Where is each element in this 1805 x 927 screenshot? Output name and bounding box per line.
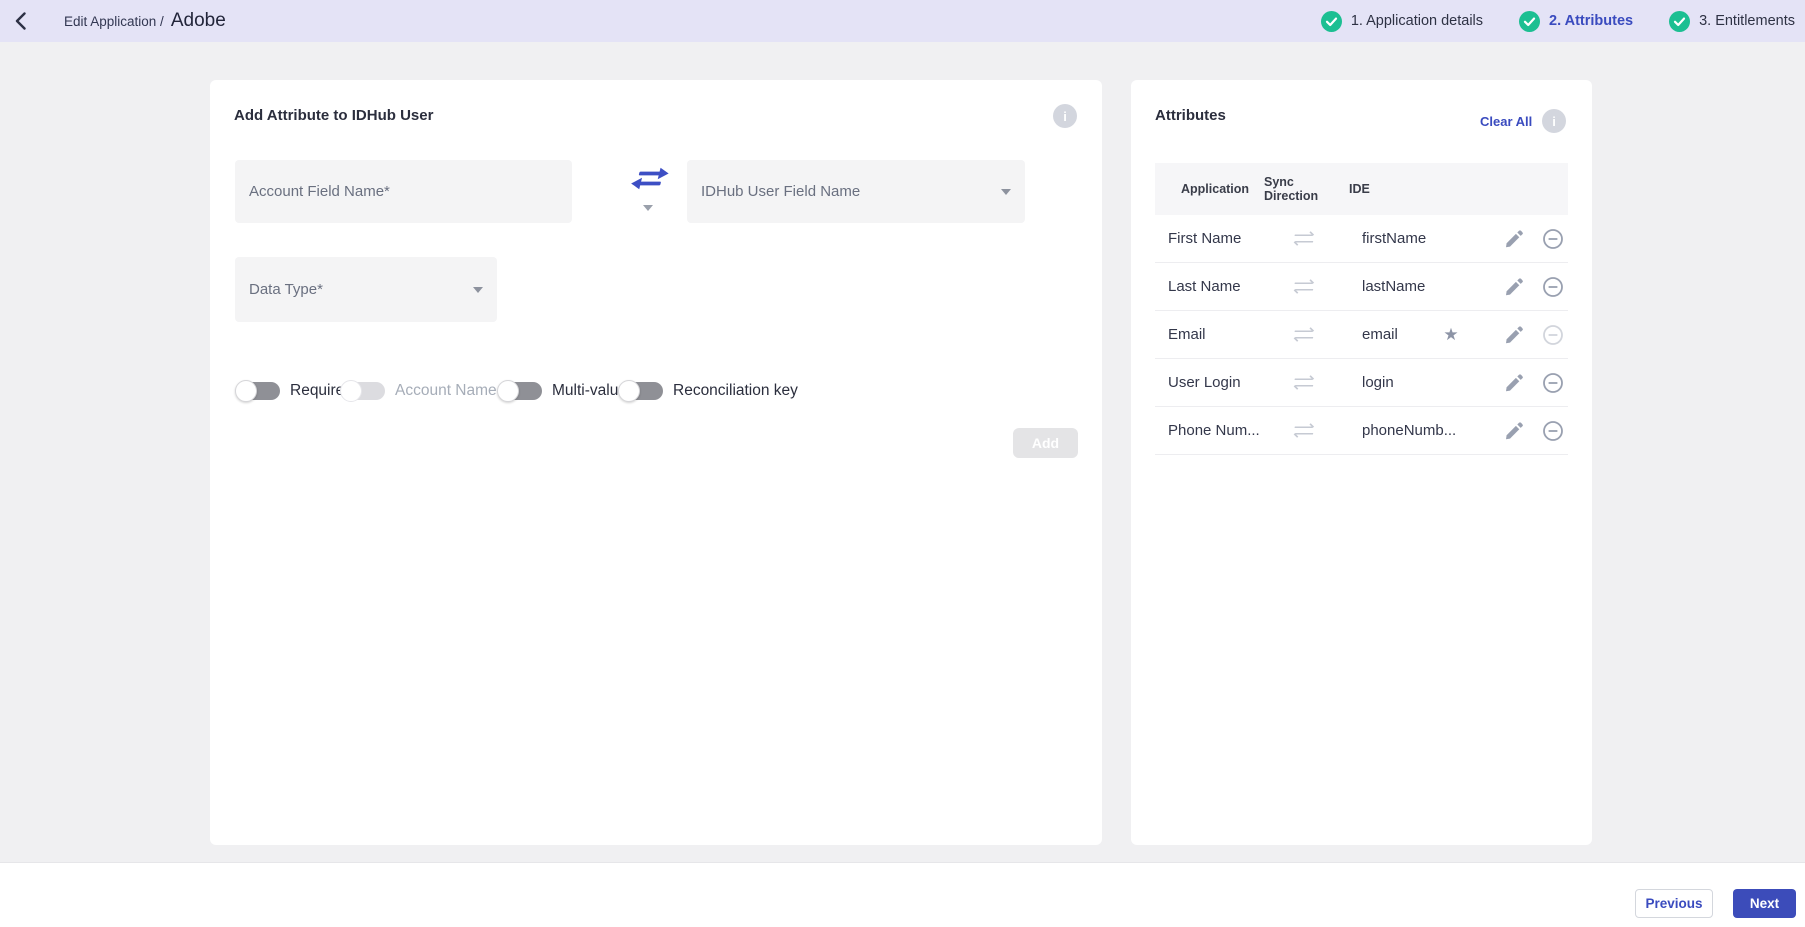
toggle-group-reconciliation-key: Reconciliation key xyxy=(618,380,798,402)
toggle-thumb xyxy=(235,380,257,402)
ide-field-name: firstName xyxy=(1362,230,1427,247)
account-field-name-input-wrap xyxy=(235,160,572,223)
next-button[interactable]: Next xyxy=(1733,889,1796,918)
minus-circle-icon xyxy=(1543,372,1563,393)
previous-button[interactable]: Previous xyxy=(1635,889,1713,918)
step-label: 2. Attributes xyxy=(1549,13,1634,29)
info-icon[interactable]: i xyxy=(1542,109,1566,133)
step-application-details[interactable]: 1. Application details xyxy=(1320,10,1484,32)
edit-attribute-button[interactable] xyxy=(1504,325,1524,345)
chevron-down-icon xyxy=(473,286,483,293)
step-label: 3. Entitlements xyxy=(1699,13,1795,29)
add-attribute-title: Add Attribute to IDHub User xyxy=(234,107,434,124)
top-header-bar: Edit Application / Adobe 1. Application … xyxy=(0,0,1805,42)
table-row: First Name firstName xyxy=(1155,215,1568,263)
pencil-icon xyxy=(1506,373,1523,391)
step-complete-check-icon xyxy=(1519,10,1541,32)
ide-field-name: login xyxy=(1362,374,1394,391)
footer-bar: Previous Next xyxy=(0,863,1805,927)
sync-direction-swap-icon xyxy=(631,167,669,190)
pencil-icon xyxy=(1506,277,1523,295)
account-field-name-input[interactable] xyxy=(249,183,558,200)
sync-direction-icon xyxy=(1293,375,1315,390)
idhub-user-field-dropdown[interactable]: IDHub User Field Name xyxy=(687,160,1025,223)
remove-attribute-button[interactable] xyxy=(1542,228,1564,250)
step-complete-check-icon xyxy=(1320,10,1342,32)
edit-attribute-button[interactable] xyxy=(1504,421,1524,441)
idhub-user-field-placeholder: IDHub User Field Name xyxy=(701,183,861,200)
toggle-group-multi-value: Multi-value xyxy=(497,380,627,402)
data-type-placeholder: Data Type* xyxy=(249,281,323,298)
column-header-ide: IDE xyxy=(1349,182,1370,196)
remove-attribute-button[interactable] xyxy=(1542,420,1564,442)
table-row: User Login login xyxy=(1155,359,1568,407)
remove-attribute-button[interactable] xyxy=(1542,372,1564,394)
breadcrumb: Edit Application / Adobe xyxy=(64,10,226,32)
toggle-thumb xyxy=(618,380,640,402)
pencil-icon xyxy=(1506,229,1523,247)
attribute-name: Phone Num... xyxy=(1168,422,1260,439)
add-button[interactable]: Add xyxy=(1013,428,1078,458)
attribute-name: Last Name xyxy=(1168,278,1241,295)
edit-attribute-button[interactable] xyxy=(1504,373,1524,393)
sync-direction-icon xyxy=(1293,423,1315,438)
ide-field-name: lastName xyxy=(1362,278,1426,295)
step-attributes[interactable]: 2. Attributes xyxy=(1519,10,1634,32)
toggle-thumb xyxy=(497,380,519,402)
reconciliation-key-toggle[interactable] xyxy=(618,380,663,402)
table-header-row: Application Sync Direction IDE xyxy=(1155,163,1568,215)
wizard-steps: 1. Application details 2. Attributes 3. … xyxy=(1320,0,1799,42)
sync-direction-icon xyxy=(1293,231,1315,246)
minus-circle-icon xyxy=(1543,324,1563,345)
step-entitlements[interactable]: 3. Entitlements xyxy=(1669,10,1795,32)
table-row: Phone Num... phoneNumb... xyxy=(1155,407,1568,455)
account-name-field-toggle xyxy=(340,380,385,402)
add-attribute-card: Add Attribute to IDHub User i IDHub User… xyxy=(210,80,1102,845)
attribute-name: Email xyxy=(1168,326,1206,343)
ide-field-name: phoneNumb... xyxy=(1362,422,1457,439)
toggle-group-required: Required xyxy=(235,380,353,402)
attributes-card: Attributes Clear All i Application Sync … xyxy=(1131,80,1592,845)
multi-value-toggle[interactable] xyxy=(497,380,542,402)
toggle-label: Multi-value xyxy=(552,382,627,399)
remove-attribute-button[interactable] xyxy=(1542,276,1564,298)
sync-direction-icon xyxy=(1293,279,1315,294)
remove-attribute-button-disabled xyxy=(1542,324,1564,346)
pencil-icon xyxy=(1506,325,1523,343)
data-type-dropdown[interactable]: Data Type* xyxy=(235,257,497,322)
edit-attribute-button[interactable] xyxy=(1504,229,1524,249)
toggle-label: Reconciliation key xyxy=(673,382,798,399)
attributes-table: Application Sync Direction IDE First Nam… xyxy=(1155,163,1568,455)
column-header-sync-direction: Sync Direction xyxy=(1264,175,1319,203)
toggle-thumb xyxy=(340,380,362,402)
primary-star-icon: ★ xyxy=(1443,324,1459,344)
page-title-app-name: Adobe xyxy=(170,10,226,31)
breadcrumb-prefix: Edit Application / xyxy=(64,14,164,29)
attribute-name: User Login xyxy=(1168,374,1241,391)
minus-circle-icon xyxy=(1543,420,1563,441)
table-row: Last Name lastName xyxy=(1155,263,1568,311)
required-toggle[interactable] xyxy=(235,380,280,402)
minus-circle-icon xyxy=(1543,228,1563,249)
clear-all-button[interactable]: Clear All xyxy=(1480,114,1532,129)
step-complete-check-icon xyxy=(1669,10,1691,32)
ide-field-name: email xyxy=(1362,326,1398,343)
attribute-name: First Name xyxy=(1168,230,1242,247)
info-icon[interactable]: i xyxy=(1053,104,1077,128)
attributes-title: Attributes xyxy=(1155,107,1226,124)
sync-direction-icon xyxy=(1293,327,1315,342)
minus-circle-icon xyxy=(1543,276,1563,297)
chevron-down-icon xyxy=(1001,188,1011,195)
chevron-left-icon xyxy=(15,12,26,30)
table-row: Email email ★ xyxy=(1155,311,1568,359)
column-header-application: Application xyxy=(1181,182,1250,196)
step-label: 1. Application details xyxy=(1350,13,1484,29)
back-button[interactable] xyxy=(0,0,40,42)
edit-attribute-button[interactable] xyxy=(1504,277,1524,297)
sync-direction-caret-icon xyxy=(643,205,653,211)
sync-direction-selector[interactable] xyxy=(625,166,671,211)
pencil-icon xyxy=(1506,421,1523,439)
